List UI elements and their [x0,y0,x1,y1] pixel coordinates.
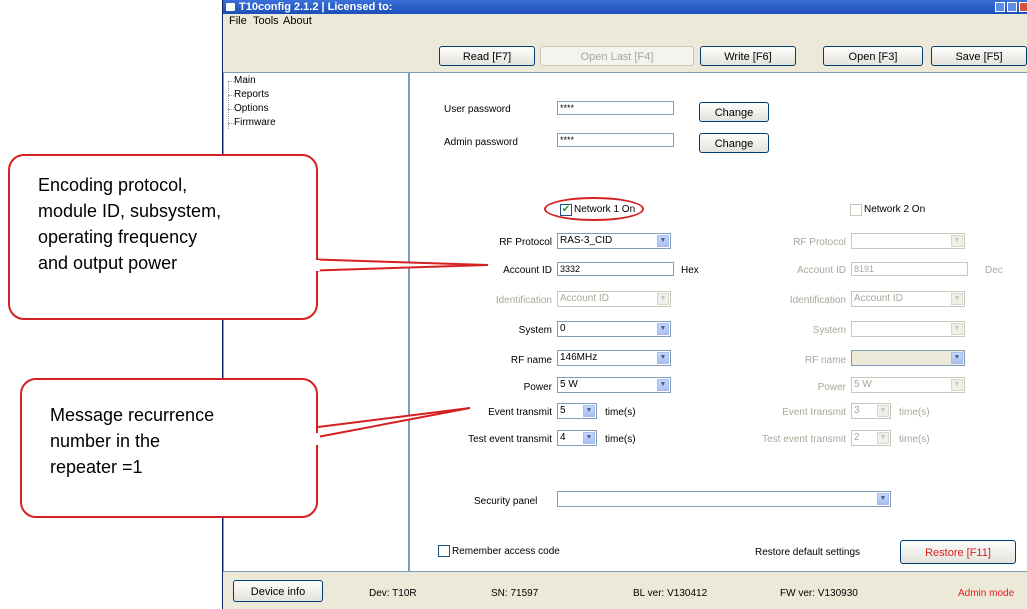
callout-seam [316,433,320,445]
callout-text-line: repeater =1 [50,457,143,477]
callout-text-line: operating frequency [38,227,198,247]
callout-text-line: and output power [38,253,178,273]
callout-text-line: number in the [50,431,161,451]
callout-recurrence: Message recurrence number in the repeate… [20,378,318,518]
callout-text-line: module ID, subsystem, [38,201,222,221]
callout-text-line: Message recurrence [50,405,215,425]
callout-text-line: Encoding protocol, [38,175,188,195]
callout-encoding: Encoding protocol, module ID, subsystem,… [8,154,318,320]
callout-seam [316,260,320,271]
